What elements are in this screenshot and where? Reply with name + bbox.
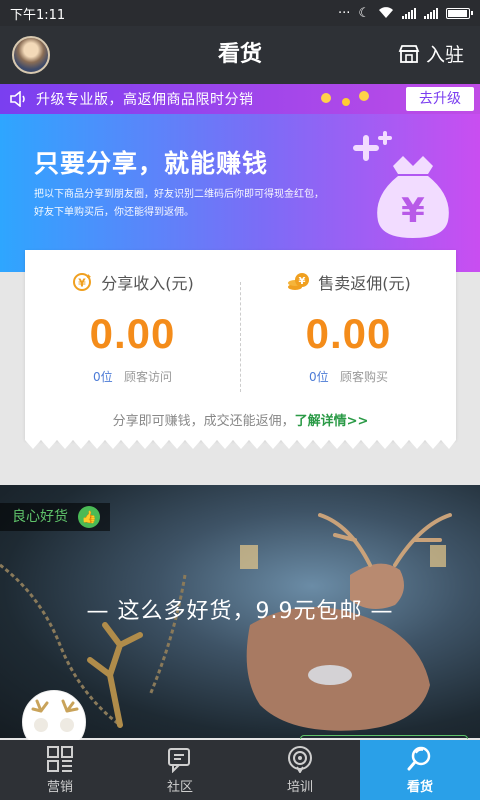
- tab-community-label: 社区: [166, 780, 193, 795]
- grid-icon: [47, 746, 73, 772]
- sales-rebate-header: ¥ 售卖返佣(元): [241, 270, 456, 294]
- more-icon: ···: [337, 5, 351, 21]
- hero-section: 只要分享，就能赚钱 把以下商品分享到朋友圈，好友识别二维码后你即可得现金红包， …: [0, 114, 480, 272]
- tab-training[interactable]: 培训: [240, 740, 360, 800]
- share-income-column[interactable]: ¥ 分享收入(元) 0.00 0位 顾客访问: [25, 270, 240, 385]
- training-icon: [288, 746, 312, 773]
- top-bar: 看货 入驻: [0, 26, 480, 84]
- join-label: 入驻: [425, 44, 464, 66]
- sales-rebate-column[interactable]: ¥ 售卖返佣(元) 0.00 0位 顾客购买: [241, 270, 456, 385]
- promo-tag-label: 良心好货: [12, 509, 68, 525]
- card-note: 分享即可赚钱，成交还能返佣，了解详情>>: [25, 410, 456, 429]
- tab-browse-goods[interactable]: 看货: [360, 740, 480, 800]
- promo-tag: 良心好货 👍: [0, 503, 110, 531]
- details-link[interactable]: 了解详情>>: [295, 414, 369, 429]
- hero-desc-line2: 好友下单购买后，你还能得到返佣。: [34, 207, 194, 218]
- visitor-count-label: 顾客访问: [124, 370, 173, 384]
- share-income-value: 0.00: [89, 310, 176, 357]
- coins-icon: [321, 91, 369, 106]
- wifi-icon: [379, 7, 393, 19]
- hero-title: 只要分享，就能赚钱: [34, 149, 269, 178]
- tab-marketing[interactable]: 营销: [0, 740, 120, 800]
- signal-icon: [402, 7, 416, 19]
- buyer-count: 0位 顾客购买: [241, 368, 456, 385]
- status-icons: ··· ☾: [337, 5, 473, 21]
- tab-browse-goods-label: 看货: [406, 780, 433, 795]
- search-goods-icon: [407, 746, 431, 771]
- hero-desc-line1: 把以下商品分享到朋友圈，好友识别二维码后你即可得现金红包，: [34, 189, 324, 200]
- buyer-count-number: 0位: [308, 370, 329, 384]
- banner-text: 升级专业版，高返佣商品限时分销: [36, 92, 254, 108]
- sales-rebate-label: 售卖返佣(元): [318, 274, 411, 293]
- bag-symbol: ¥: [401, 191, 425, 231]
- upgrade-banner[interactable]: 升级专业版，高返佣商品限时分销 去升级: [0, 84, 480, 114]
- visitor-count: 0位 顾客访问: [25, 368, 240, 385]
- bottom-tab-bar: 营销 社区 培训 看货: [0, 740, 480, 800]
- store-icon: [398, 44, 420, 63]
- svg-text:¥: ¥: [299, 276, 306, 287]
- card-zigzag-edge: [25, 440, 456, 449]
- coins-stack-icon: ¥: [288, 273, 310, 290]
- green-action-edge: [300, 735, 468, 739]
- money-bag-icon: ¥: [353, 131, 449, 238]
- sales-rebate-value: 0.00: [305, 310, 392, 357]
- community-icon: [168, 748, 190, 773]
- tab-training-label: 培训: [286, 780, 313, 795]
- buyer-count-label: 顾客购买: [340, 370, 389, 384]
- upgrade-button[interactable]: 去升级: [406, 87, 474, 111]
- refresh-yuan-icon: ¥: [73, 273, 92, 291]
- battery-icon: [446, 7, 473, 19]
- svg-text:¥: ¥: [78, 277, 86, 290]
- speaker-icon: [10, 91, 25, 107]
- status-time: 下午1:11: [10, 7, 66, 23]
- stats-card: ¥ 分享收入(元) 0.00 0位 顾客访问 ¥ 售卖返佣(元) 0.00 0位: [25, 250, 456, 440]
- moon-icon: ☾: [358, 5, 370, 21]
- card-note-text: 分享即可赚钱，成交还能返佣，: [112, 414, 295, 429]
- tab-marketing-label: 营销: [46, 780, 73, 795]
- status-bar: 下午1:11 ··· ☾: [0, 0, 480, 26]
- tab-community[interactable]: 社区: [120, 740, 240, 800]
- visitor-count-number: 0位: [92, 370, 113, 384]
- promo-text: — 这么多好货，9.9元包邮 —: [86, 599, 394, 624]
- signal-icon-2: [424, 7, 438, 19]
- share-income-header: ¥ 分享收入(元): [25, 270, 240, 294]
- hero-description: 把以下商品分享到朋友圈，好友识别二维码后你即可得现金红包， 好友下单购买后，你还…: [34, 186, 354, 222]
- share-income-label: 分享收入(元): [101, 274, 194, 293]
- join-button[interactable]: 入驻: [398, 40, 464, 67]
- thumbs-up-icon: 👍: [78, 506, 100, 528]
- avatar[interactable]: [12, 36, 50, 74]
